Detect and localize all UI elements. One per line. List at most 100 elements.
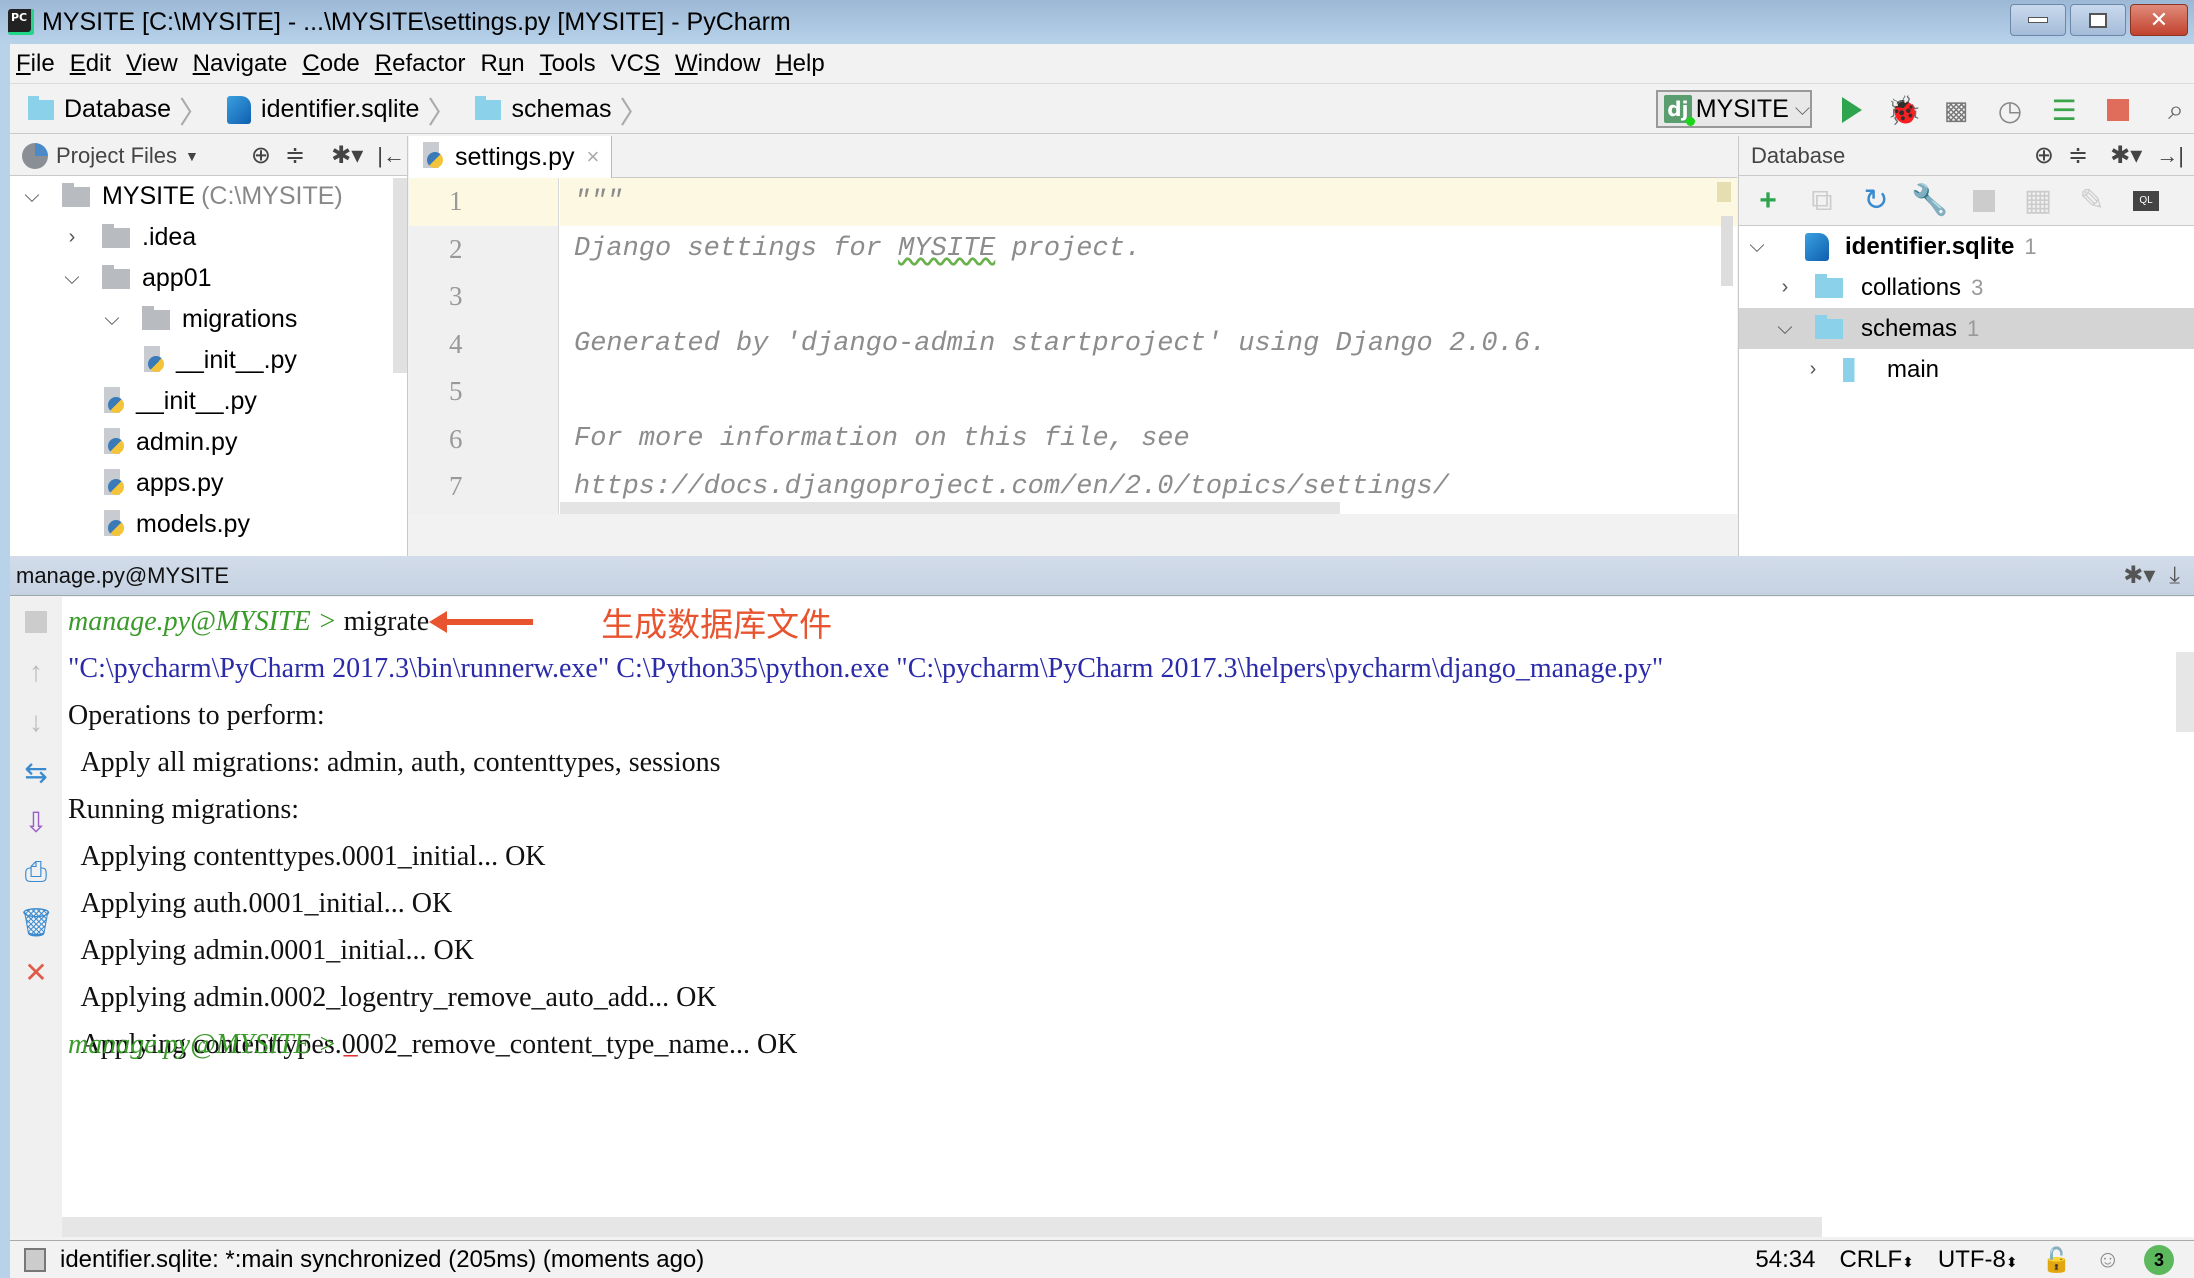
breadcrumb-schemas[interactable]: schemas 〉 <box>475 88 650 132</box>
caret-position[interactable]: 54:34 <box>1755 1246 1815 1274</box>
chevron-down-icon[interactable]: ⌵ <box>1775 317 1795 340</box>
chevron-down-icon[interactable]: ⌵ <box>22 185 42 208</box>
line-separator-label: CRLF <box>1839 1246 1903 1273</box>
database-tree-item[interactable]: › collations 3 <box>1739 267 2194 308</box>
project-scrollbar[interactable] <box>393 178 407 373</box>
profile-button[interactable]: ◷ <box>1994 94 2026 126</box>
close-console-button[interactable]: ✕ <box>10 947 62 997</box>
stop-button[interactable] <box>2102 94 2134 126</box>
gear-icon[interactable]: ✱▾ <box>331 141 363 170</box>
scroll-to-end-button[interactable]: ⇩ <box>10 797 62 847</box>
stop-icon[interactable] <box>1969 186 1999 216</box>
edit-source-icon[interactable]: ✎ <box>2077 184 2107 217</box>
datasource-properties-icon[interactable]: 🔧 <box>1911 184 1948 217</box>
python-file-icon <box>421 142 447 172</box>
table-editor-icon[interactable]: ▦ <box>2023 184 2053 217</box>
collapse-all-icon[interactable]: ≑ <box>285 141 305 170</box>
minimize-button[interactable] <box>2010 4 2066 36</box>
project-tree-item[interactable]: models.py <box>10 504 407 545</box>
chevron-right-icon[interactable]: › <box>1775 276 1795 299</box>
profiler-icon: ◷ <box>1997 94 2023 126</box>
project-tree-item[interactable]: ⌵ migrations <box>10 299 407 340</box>
concurrency-button[interactable]: ☰ <box>2048 94 2080 126</box>
dropdown-arrow-icon[interactable]: ▼ <box>185 148 199 164</box>
clear-all-button[interactable]: 🗑 <box>10 897 62 947</box>
project-tree-item[interactable]: ⌵ app01 <box>10 258 407 299</box>
console-vertical-scrollbar[interactable] <box>2176 652 2194 732</box>
locate-icon[interactable]: ⊕ <box>251 141 271 170</box>
database-tree-item[interactable]: ⌵ schemas 1 <box>1739 308 2194 349</box>
menu-vcs[interactable]: VCS <box>611 50 660 78</box>
database-tree-item[interactable]: ⌵ identifier.sqlite 1 <box>1739 226 2194 267</box>
inspector-icon[interactable]: ☺ <box>2095 1246 2120 1274</box>
gear-icon[interactable]: ✱▾ <box>2110 141 2142 170</box>
project-tree-item[interactable]: __init__.py <box>10 381 407 422</box>
menu-tools[interactable]: Tools <box>540 50 596 78</box>
run-with-coverage-button[interactable]: ▩ <box>1940 94 1972 126</box>
breadcrumb-separator: 〉 <box>179 96 210 130</box>
menu-help[interactable]: Help <box>775 50 824 78</box>
event-log-badge[interactable]: 3 <box>2144 1245 2174 1275</box>
database-tree-item[interactable]: › main <box>1739 349 2194 390</box>
soft-wrap-button[interactable]: ⇆ <box>10 747 62 797</box>
tab-settings-py[interactable]: settings.py × <box>409 136 613 178</box>
project-tree-item[interactable]: apps.py <box>10 463 407 504</box>
gear-icon[interactable]: ✱▾ <box>2123 561 2155 590</box>
refresh-icon[interactable]: ↻ <box>1861 184 1891 217</box>
hide-icon[interactable]: ⤓ <box>2169 562 2180 590</box>
menu-code[interactable]: Code <box>302 50 359 78</box>
close-tab-icon[interactable]: × <box>587 144 600 170</box>
encoding-selector[interactable]: UTF-8⬍ <box>1938 1246 2018 1274</box>
menu-run[interactable]: Run <box>481 50 525 78</box>
project-tree-item[interactable]: ⌵ MYSITE (C:\MYSITE) <box>10 176 407 217</box>
hide-panel-icon[interactable]: |← <box>377 143 405 169</box>
search-everywhere-button[interactable]: ⌕ <box>2160 94 2192 126</box>
stop-process-button[interactable] <box>10 597 62 647</box>
close-button[interactable]: ✕ <box>2130 4 2188 36</box>
menu-window[interactable]: Window <box>675 50 760 78</box>
menu-view[interactable]: View <box>126 50 178 78</box>
project-tree-item[interactable]: __init__.py <box>10 340 407 381</box>
project-tree-item[interactable]: › .idea <box>10 217 407 258</box>
folder-icon <box>1815 273 1843 298</box>
breadcrumb-identifier-sqlite[interactable]: identifier.sqlite 〉 <box>227 88 457 132</box>
sql-console-icon[interactable]: QL <box>2131 186 2161 216</box>
scroll-up-button[interactable]: ↑ <box>10 647 62 697</box>
debug-button[interactable]: 🐞 <box>1887 94 1922 126</box>
hide-panel-icon[interactable]: →| <box>2156 143 2184 169</box>
project-tree-item[interactable]: admin.py <box>10 422 407 463</box>
chevron-down-icon[interactable]: ⌵ <box>102 308 122 331</box>
maximize-button[interactable] <box>2070 4 2126 36</box>
add-datasource-icon[interactable]: + <box>1753 184 1783 217</box>
run-button[interactable] <box>1836 94 1868 126</box>
editor-vertical-scrollbar[interactable] <box>1721 216 1733 286</box>
menu-navigate[interactable]: Navigate <box>193 50 288 78</box>
print-button[interactable]: ⎙ <box>10 847 62 897</box>
chevron-down-icon[interactable]: ⌵ <box>1747 235 1767 258</box>
tool-windows-icon[interactable] <box>24 1247 46 1272</box>
code-area[interactable]: """ Django settings for MYSITE project. Ge… <box>560 178 1737 514</box>
collapse-all-icon[interactable]: ≑ <box>2068 141 2088 170</box>
console-output-line: Applying admin.0002_logentry_remove_auto… <box>68 981 717 1013</box>
run-configuration-label: MYSITE <box>1695 94 1789 123</box>
code-line: Generated by 'django-admin startproject'… <box>574 329 1547 360</box>
chevron-right-icon[interactable]: › <box>1803 358 1823 381</box>
menu-refactor[interactable]: Refactor <box>375 50 466 78</box>
lock-icon[interactable]: 🔓 <box>2042 1246 2072 1275</box>
chevron-right-icon[interactable]: › <box>62 226 82 249</box>
locate-icon[interactable]: ⊕ <box>2034 141 2054 170</box>
scroll-down-button[interactable]: ↓ <box>10 697 62 747</box>
project-view-selector[interactable]: Project Files <box>56 143 177 169</box>
editor-horizontal-scrollbar[interactable] <box>560 502 1340 514</box>
line-separator-selector[interactable]: CRLF⬍ <box>1839 1246 1913 1274</box>
breadcrumb-database[interactable]: Database 〉 <box>28 88 209 132</box>
run-configuration-dropdown[interactable]: dj MYSITE ⌵ <box>1656 90 1812 128</box>
menu-file[interactable]: File <box>16 50 55 78</box>
console-horizontal-scrollbar[interactable] <box>62 1217 1822 1237</box>
chevron-down-icon[interactable]: ⌵ <box>62 267 82 290</box>
menu-edit[interactable]: Edit <box>70 50 111 78</box>
duplicate-icon[interactable]: ⧉ <box>1807 184 1837 217</box>
window-title: MYSITE [C:\MYSITE] - ...\MYSITE\settings… <box>42 7 791 36</box>
console-output[interactable]: manage.py@MYSITE > migrate 生成数据库文件 "C:\p… <box>62 597 2194 1237</box>
